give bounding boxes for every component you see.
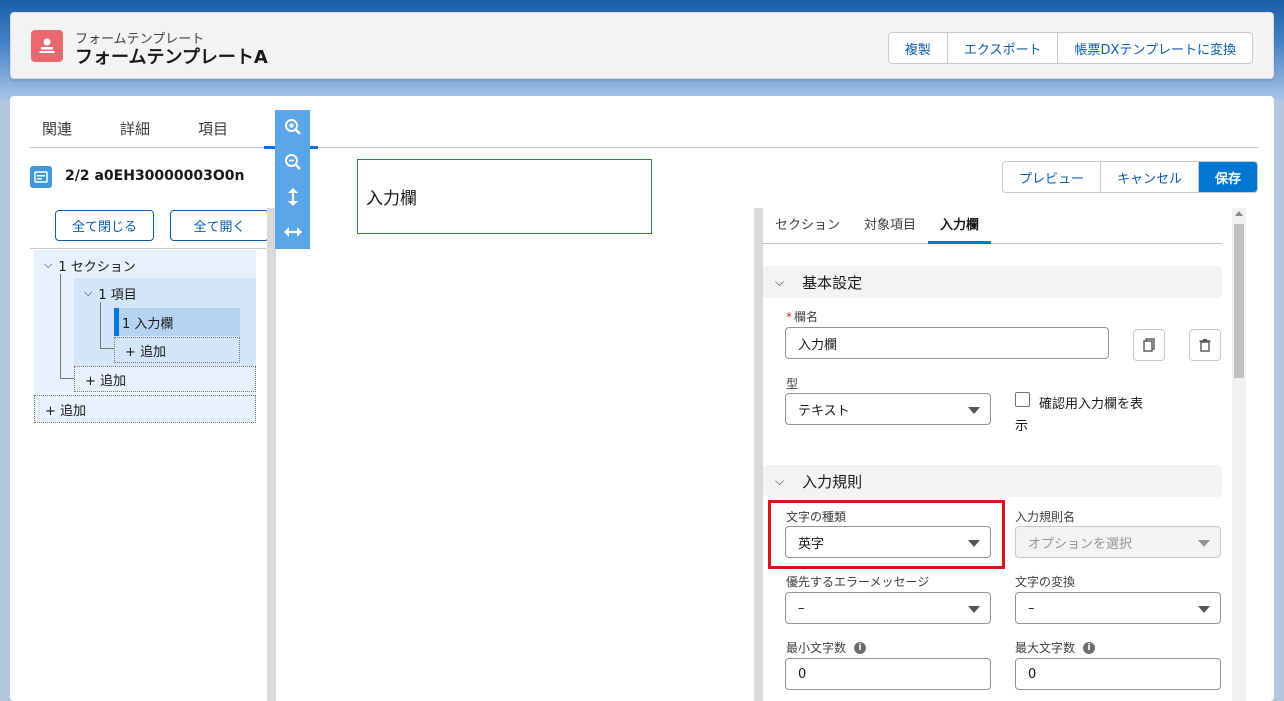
save-button[interactable]: 保存 [1198, 162, 1257, 192]
add-item-button[interactable]: + 追加 [74, 366, 256, 392]
left-splitter[interactable] [267, 208, 276, 701]
tree-field-label: 1 入力欄 [122, 316, 174, 332]
add-section-button[interactable]: + 追加 [34, 395, 256, 423]
divider [30, 248, 266, 249]
confirm-field-label: 確認用入力欄を表 [1039, 397, 1144, 412]
header-actions: 複製 エクスポート 帳票DXテンプレートに変換 [887, 32, 1253, 64]
error-message-select[interactable]: – [785, 592, 991, 624]
delete-button[interactable] [1189, 329, 1221, 361]
info-icon[interactable]: i [1083, 641, 1096, 654]
tree-section[interactable]: ⌵ 1 セクション [44, 254, 136, 276]
fit-height-icon[interactable] [275, 180, 310, 215]
canvas-field[interactable]: 入力欄 [357, 159, 652, 234]
tree-line [60, 274, 61, 378]
tree-section-label: 1 セクション [58, 259, 136, 275]
annotation-highlight-box [768, 500, 1005, 569]
tab-details[interactable]: 詳細 [108, 110, 162, 148]
cancel-button[interactable]: キャンセル [1100, 162, 1199, 192]
label-text: 欄名 [794, 310, 819, 324]
tree-line [100, 302, 101, 348]
rule-name-label: 入力規則名 [1015, 510, 1076, 524]
section-heading: 入力規則 [802, 472, 863, 491]
properties-panel: セクション 対象項目 入力欄 ⌵ 基本設定 * 欄名 入力欄 型 テキスト 確認用… [763, 208, 1223, 701]
copy-button[interactable] [1133, 329, 1165, 361]
trash-icon [1199, 339, 1211, 352]
field-name-label: * 欄名 [786, 308, 818, 325]
tree-field[interactable]: 1 入力欄 [122, 311, 173, 333]
min-length-label: 最小文字数 i [786, 639, 867, 656]
tree-item[interactable]: ⌵ 1 項目 [84, 282, 137, 304]
convert-template-button[interactable]: 帳票DXテンプレートに変換 [1058, 33, 1252, 63]
chevron-down-icon[interactable]: ⌵ [84, 286, 92, 300]
conversion-select[interactable]: – [1015, 592, 1221, 624]
tab-target-item[interactable]: 対象項目 [852, 208, 928, 243]
property-tabs: セクション 対象項目 入力欄 [763, 208, 1222, 244]
add-field-button[interactable]: + 追加 [114, 337, 240, 363]
expand-all-button[interactable]: 全て開く [170, 210, 269, 241]
label-text: 最大文字数 [1015, 641, 1076, 655]
preview-button[interactable]: プレビュー [1002, 162, 1101, 192]
required-marker: * [786, 309, 792, 324]
tab-input-field[interactable]: 入力欄 [928, 208, 992, 244]
record-tabs: 関連 詳細 項目 設計 [30, 110, 1258, 149]
basic-settings-header[interactable]: ⌵ 基本設定 [763, 266, 1222, 298]
tree-line [100, 348, 114, 349]
canvas-toolbar [275, 110, 310, 249]
chevron-down-icon[interactable]: ⌵ [44, 258, 52, 272]
min-length-input[interactable]: 0 [785, 658, 991, 690]
chevron-down-icon: ⌵ [775, 274, 785, 289]
tree-item-label: 1 項目 [98, 287, 137, 303]
record-icon [30, 166, 52, 188]
tab-section[interactable]: セクション [763, 208, 852, 243]
section-heading: 基本設定 [802, 273, 863, 292]
type-select[interactable]: テキスト [785, 393, 991, 425]
right-splitter[interactable] [754, 208, 763, 701]
properties-scrollbar[interactable] [1232, 208, 1246, 701]
record-actions: プレビュー キャンセル 保存 [1001, 161, 1258, 193]
tree-line [60, 378, 74, 379]
copy-icon [1143, 338, 1155, 352]
collapse-all-button[interactable]: 全て閉じる [55, 210, 154, 241]
field-name-input[interactable]: 入力欄 [785, 327, 1109, 359]
max-length-input[interactable]: 0 [1015, 658, 1221, 690]
structure-tree: 全て閉じる 全て開く ⌵ 1 セクション ⌵ 1 項目 1 入力欄 + 追加 +… [30, 208, 269, 701]
error-message-label: 優先するエラーメッセージ [786, 575, 930, 589]
chevron-down-icon: ⌵ [775, 473, 785, 488]
selected-marker [114, 308, 119, 336]
rule-name-select: オプションを選択 [1015, 526, 1221, 558]
input-rules-header[interactable]: ⌵ 入力規則 [763, 465, 1222, 497]
zoom-in-icon[interactable] [275, 110, 310, 145]
scrollbar-thumb[interactable] [1234, 224, 1244, 378]
conversion-label: 文字の変換 [1015, 575, 1076, 589]
type-label: 型 [786, 377, 799, 391]
record-title: 2/2 a0EH30000003O0n [65, 168, 245, 184]
form-template-icon [31, 30, 63, 62]
info-icon[interactable]: i [854, 641, 867, 654]
record-header: フォームテンプレート フォームテンプレートA 複製 エクスポート 帳票DXテンプ… [10, 12, 1274, 79]
duplicate-button[interactable]: 複製 [888, 33, 948, 63]
max-length-label: 最大文字数 i [1015, 639, 1096, 656]
label-text: 最小文字数 [786, 641, 847, 655]
confirm-field-label-cont: 示 [1015, 419, 1029, 434]
tab-related[interactable]: 関連 [30, 110, 84, 148]
confirm-field-checkbox[interactable] [1015, 392, 1030, 407]
tab-items[interactable]: 項目 [186, 110, 240, 148]
scroll-up-icon[interactable] [1235, 211, 1243, 216]
export-button[interactable]: エクスポート [947, 33, 1059, 63]
zoom-out-icon[interactable] [275, 145, 310, 180]
page-title: フォームテンプレートA [75, 47, 268, 68]
fit-width-icon[interactable] [275, 214, 310, 249]
